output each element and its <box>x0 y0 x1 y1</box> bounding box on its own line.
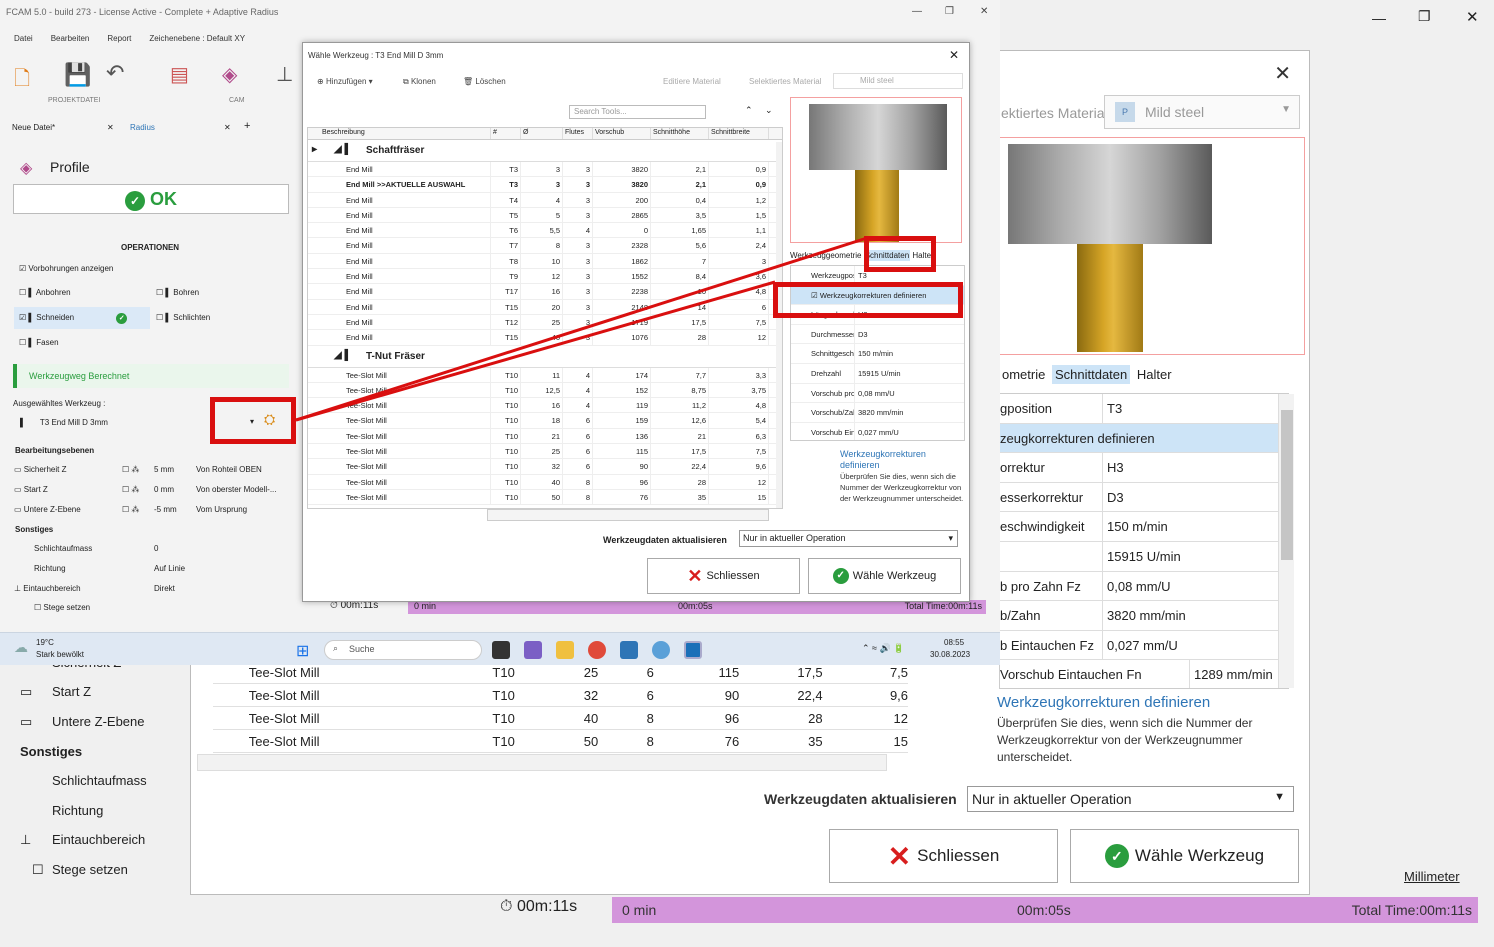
annotation-lines <box>295 236 868 422</box>
